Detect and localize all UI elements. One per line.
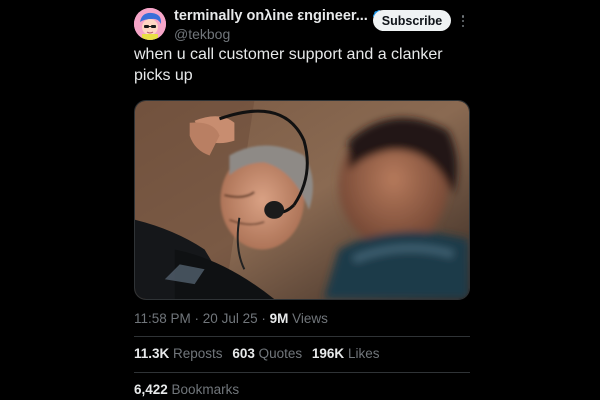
tweet-card: terminally onλine εngineer... @tekbog Su… — [0, 0, 600, 400]
tweet-media-photo[interactable] — [134, 100, 470, 300]
author-avatar[interactable] — [134, 8, 166, 40]
likes-label: Likes — [344, 346, 380, 361]
engagement-stats: 11.3K Reposts 603 Quotes 196K Likes — [134, 346, 385, 361]
bookmarks-label: Bookmarks — [167, 382, 240, 397]
quotes-stat[interactable]: 603 Quotes — [232, 346, 302, 361]
likes-count: 196K — [311, 346, 345, 361]
subscribe-button[interactable]: Subscribe — [373, 10, 451, 31]
views-label: Views — [288, 311, 328, 326]
author-header: terminally onλine εngineer... @tekbog — [174, 7, 385, 43]
reposts-count: 11.3K — [134, 346, 170, 361]
reposts-stat[interactable]: 11.3K Reposts — [134, 346, 223, 361]
author-display-name[interactable]: terminally onλine εngineer... — [174, 7, 368, 25]
bookmarks-count: 6,422 — [134, 382, 168, 397]
likes-stat[interactable]: 196K Likes — [312, 346, 380, 361]
more-dots-icon[interactable] — [456, 12, 470, 30]
tweet-date[interactable]: 20 Jul 25 — [203, 311, 258, 326]
views-count: 9M — [269, 311, 289, 326]
divider — [134, 372, 470, 373]
photo-two-men-headset — [135, 101, 469, 299]
tweet-metadata: 11:58 PM · 20 Jul 25 · 9M Views — [134, 311, 328, 326]
meta-separator: · — [190, 311, 203, 326]
reposts-label: Reposts — [169, 346, 223, 361]
meta-separator: · — [257, 311, 270, 326]
avatar-image — [134, 8, 166, 40]
divider — [134, 336, 470, 337]
quotes-count: 603 — [232, 346, 255, 361]
tweet-time[interactable]: 11:58 PM — [134, 311, 191, 326]
tweet-text: when u call customer support and a clank… — [134, 46, 443, 84]
author-handle[interactable]: @tekbog — [174, 25, 369, 43]
bookmarks-stat[interactable]: 6,422 Bookmarks — [134, 382, 239, 397]
quotes-label: Quotes — [254, 346, 303, 361]
author-name-row[interactable]: terminally onλine εngineer... — [174, 7, 385, 25]
